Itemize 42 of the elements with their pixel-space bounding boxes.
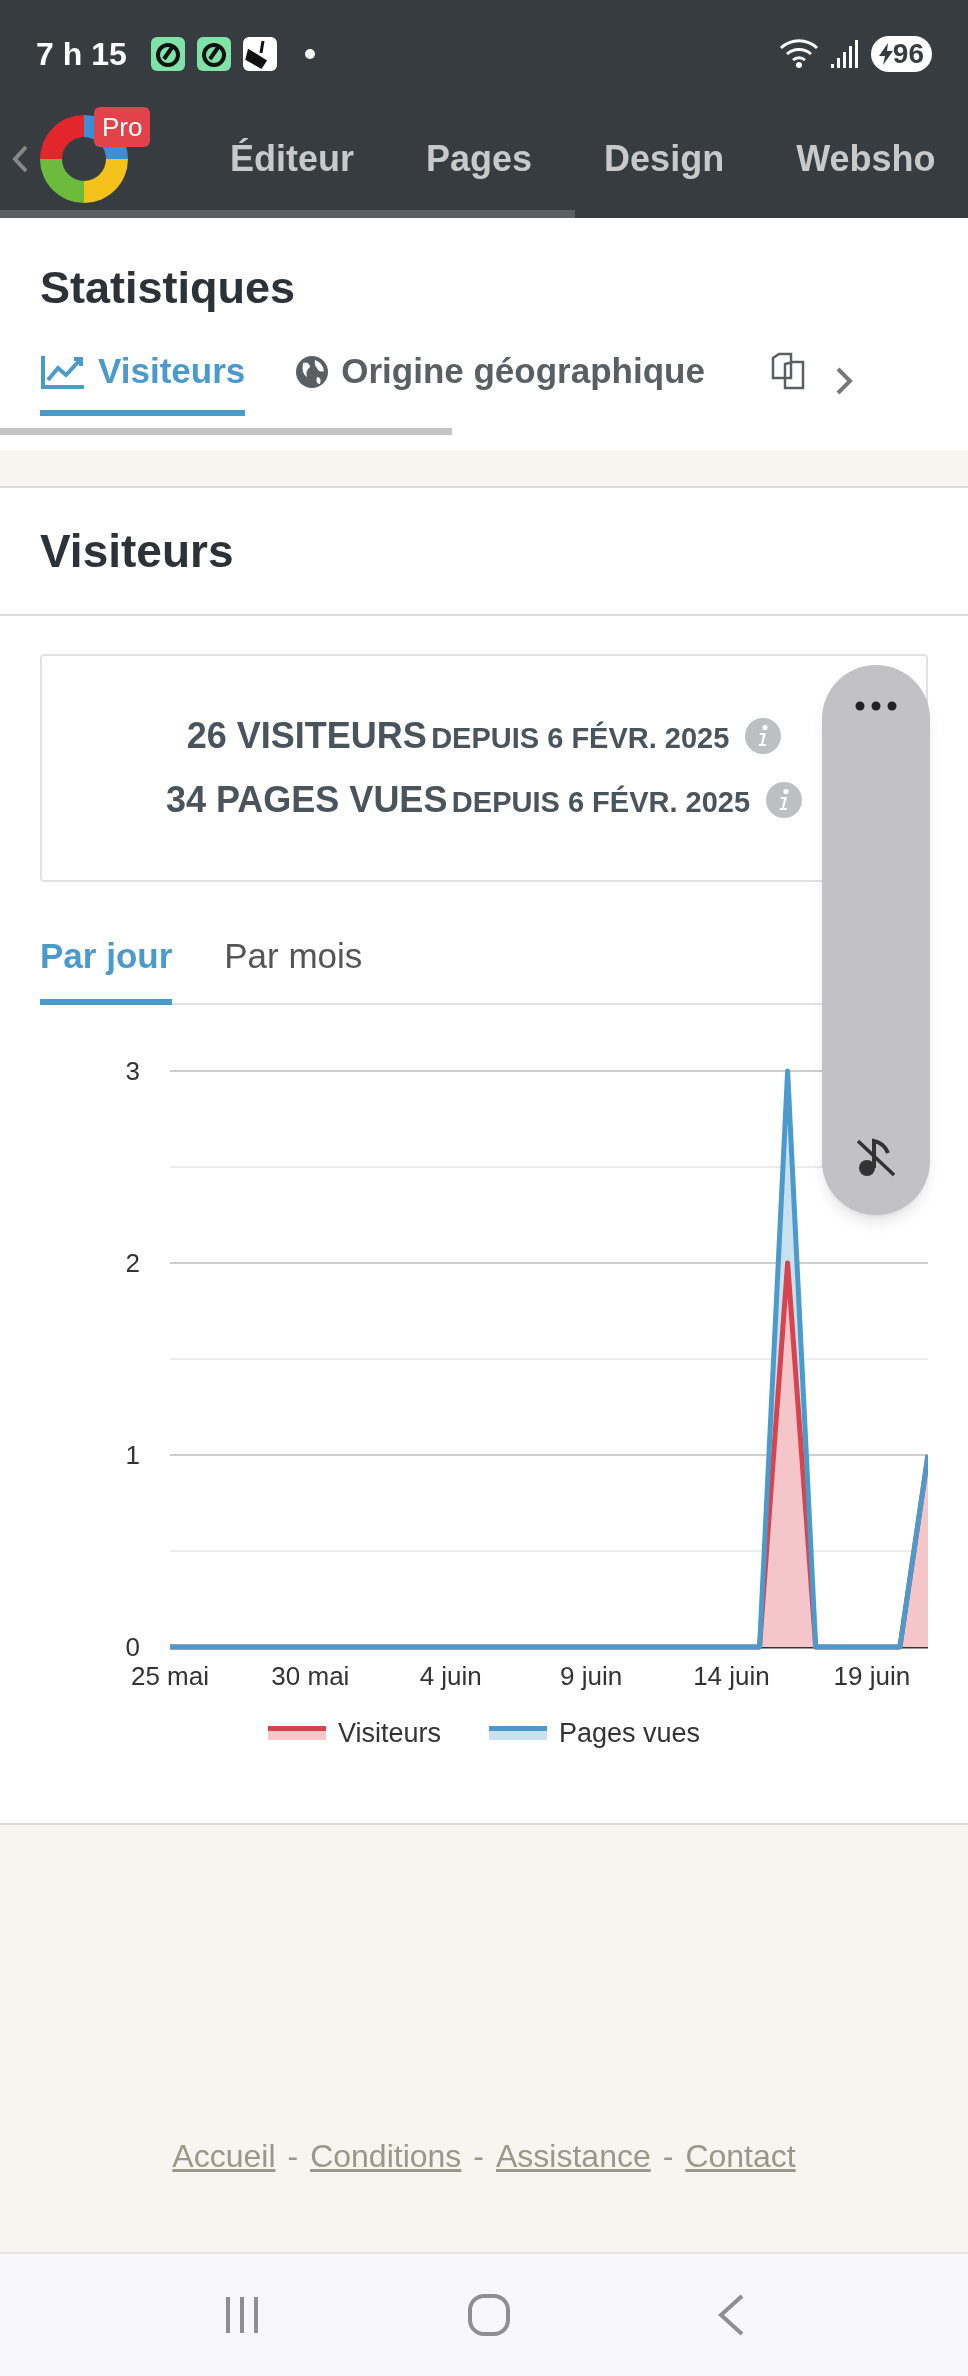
link-separator: - <box>287 2137 299 2176</box>
nav-tab[interactable]: Websho <box>796 132 936 186</box>
x-tick-label: 4 juin <box>419 1660 482 1691</box>
chevron-right-icon[interactable] <box>834 365 853 396</box>
charging-bolt-icon <box>878 43 893 65</box>
nav-tab[interactable]: Éditeur <box>230 132 354 186</box>
battery-indicator: 96 <box>870 36 932 72</box>
section-title: Visiteurs <box>0 488 968 616</box>
summary-line: 34 PAGES VUES DEPUIS 6 FÉVR. 2025 <box>165 778 751 822</box>
nav-tab[interactable]: Pages <box>426 132 533 186</box>
app-notification-icon <box>150 37 185 71</box>
legend-label: Visiteurs <box>337 1716 441 1750</box>
app-notification-icon <box>242 37 277 71</box>
stats-tab[interactable]: Origine géographique <box>295 345 705 416</box>
status-time: 7 h 15 <box>36 35 127 74</box>
x-tick-label: 19 juin <box>833 1660 911 1691</box>
link-separator: - <box>473 2137 484 2176</box>
x-tick-label: 25 mai <box>131 1660 209 1691</box>
y-tick-label: 0 <box>125 1631 140 1662</box>
info-icon[interactable] <box>745 718 782 754</box>
home-icon[interactable] <box>467 2293 511 2337</box>
summary-line: 26 VISITEURS DEPUIS 6 FÉVR. 2025 <box>186 714 730 758</box>
x-tick-label: 30 mai <box>271 1660 350 1691</box>
signal-icon <box>830 40 859 68</box>
app-notification-icon <box>196 37 231 71</box>
pro-badge: Pro <box>94 107 151 147</box>
globe-icon <box>295 354 330 389</box>
info-icon[interactable] <box>766 782 803 818</box>
legend-label: Pages vues <box>558 1716 701 1750</box>
more-icon[interactable] <box>855 701 897 711</box>
line-chart-icon <box>40 353 86 390</box>
page-title: Statistiques <box>40 261 297 315</box>
y-tick-label: 2 <box>125 1247 140 1278</box>
period-tab[interactable]: Par mois <box>224 930 363 1005</box>
link-separator: - <box>662 2137 674 2176</box>
y-tick-label: 3 <box>125 1055 140 1086</box>
nav-tab[interactable]: Design <box>604 132 725 186</box>
y-tick-label: 1 <box>125 1439 140 1470</box>
wifi-icon <box>778 38 819 70</box>
chevron-left-icon[interactable] <box>12 145 28 173</box>
x-tick-label: 9 juin <box>560 1660 623 1691</box>
x-tick-label: 14 juin <box>693 1660 770 1691</box>
